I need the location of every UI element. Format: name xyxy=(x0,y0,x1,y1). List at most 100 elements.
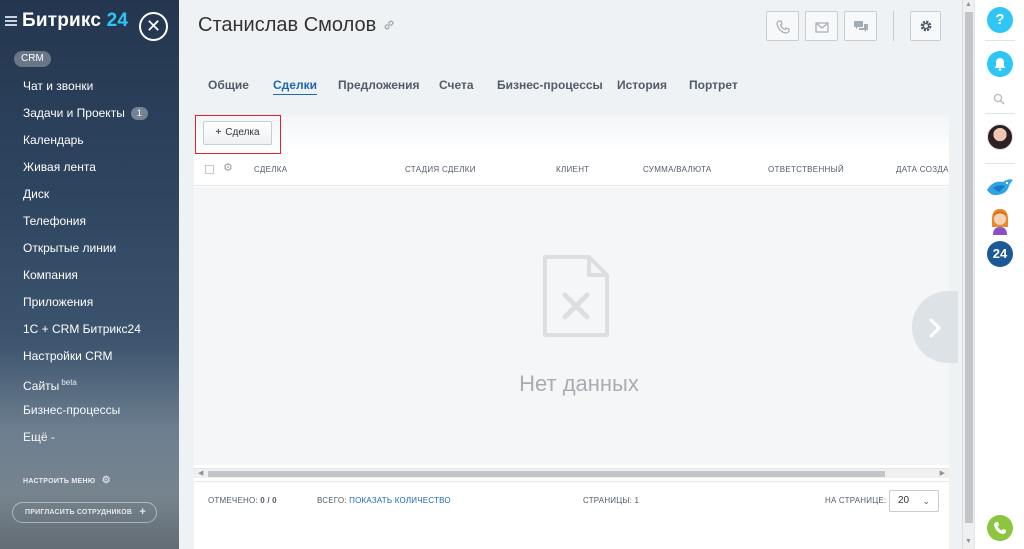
invite-employees-button[interactable]: ПРИГЛАСИТЬ СОТРУДНИКОВ + xyxy=(12,502,157,523)
sidebar-item-label: Календарь xyxy=(23,133,84,147)
sidebar-item-disk[interactable]: Диск xyxy=(0,183,179,210)
column-header-amount[interactable]: СУММА/ВАЛЮТА xyxy=(643,165,712,174)
girl-avatar-icon[interactable] xyxy=(989,207,1011,235)
per-page-select[interactable]: 20 ⌄ xyxy=(889,490,939,512)
settings-button[interactable] xyxy=(910,11,941,41)
sidebar-item-label: 1С + CRM Битрикс24 xyxy=(23,322,141,336)
tab-portrait[interactable]: Портрет xyxy=(689,78,738,92)
sidebar-item-label: Живая лента xyxy=(23,160,96,174)
tab-invoices[interactable]: Счета xyxy=(439,78,474,92)
scroll-down-arrow[interactable]: ▼ xyxy=(965,538,972,545)
tab-bizproc[interactable]: Бизнес-процессы xyxy=(497,78,603,92)
selected-label: ОТМЕЧЕНО: xyxy=(208,496,258,505)
section-pill-crm[interactable]: CRM xyxy=(14,51,51,67)
gear-icon: ⚙ xyxy=(101,475,111,486)
sidebar-item-label: Чат и звонки xyxy=(23,79,94,93)
sidebar-item-apps[interactable]: Приложения xyxy=(0,291,179,318)
logo-main: Битрикс xyxy=(22,10,102,31)
bird-chat-icon[interactable] xyxy=(985,174,1015,200)
add-deal-highlight: + Сделка xyxy=(195,115,281,154)
column-header-responsible[interactable]: ОТВЕТСТВЕННЫЙ xyxy=(768,165,844,174)
page-title: Станислав Смолов xyxy=(198,14,377,36)
phone-icon xyxy=(994,522,1006,534)
tab-history[interactable]: История xyxy=(617,78,667,92)
logo[interactable]: Битрикс 24 xyxy=(22,10,128,32)
sidebar-item-label: Компания xyxy=(23,268,78,282)
vertical-scroll-thumb[interactable] xyxy=(965,12,973,523)
sidebar-item-chat[interactable]: Чат и звонки xyxy=(0,75,179,102)
bitrix24-icon[interactable]: 24 xyxy=(987,241,1013,267)
chevron-down-icon: ⌄ xyxy=(922,496,930,506)
add-deal-button[interactable]: + Сделка xyxy=(203,121,272,145)
sidebar-item-label: Задачи и Проекты xyxy=(23,106,125,120)
sidebar-item-open-lines[interactable]: Открытые линии xyxy=(0,237,179,264)
user-avatar[interactable] xyxy=(987,124,1013,150)
sidebar-item-more[interactable]: Ещё - xyxy=(0,426,179,453)
grid-header-row: ⚙ СДЕЛКА СТАДИЯ СДЕЛКИ КЛИЕНТ СУММА/ВАЛЮ… xyxy=(194,154,949,186)
sidebar-item-company[interactable]: Компания xyxy=(0,264,179,291)
help-icon[interactable]: ? xyxy=(987,7,1013,33)
sidebar-item-label: Приложения xyxy=(23,295,94,309)
search-icon[interactable] xyxy=(993,93,1005,108)
sidebar-item-feed[interactable]: Живая лента xyxy=(0,156,179,183)
plus-icon: + xyxy=(139,506,146,518)
phone-call-button[interactable] xyxy=(987,515,1013,541)
hamburger-icon[interactable] xyxy=(5,16,17,26)
left-sidebar: Битрикс 24 ✕ CRM Чат и звонки Задачи и П… xyxy=(0,0,179,549)
chevron-right-icon xyxy=(929,318,941,338)
scroll-left-arrow[interactable]: ◀ xyxy=(198,469,203,478)
tab-general[interactable]: Общие xyxy=(208,78,249,92)
selected-value: 0 / 0 xyxy=(260,496,277,505)
gear-icon xyxy=(920,20,932,32)
scroll-right-arrow[interactable]: ▶ xyxy=(940,469,945,478)
grid-footer: ОТМЕЧЕНО: 0 / 0 ВСЕГО: ПОКАЗАТЬ КОЛИЧЕСТ… xyxy=(194,481,949,518)
pages-value[interactable]: 1 xyxy=(635,496,640,505)
horizontal-scroll-thumb[interactable] xyxy=(208,471,885,477)
pages-label: СТРАНИЦЫ: xyxy=(583,496,633,505)
sidebar-item-sites[interactable]: Сайты beta xyxy=(0,372,179,399)
column-header-deal[interactable]: СДЕЛКА xyxy=(254,165,287,174)
sidebar-item-telephony[interactable]: Телефония xyxy=(0,210,179,237)
notifications-button[interactable] xyxy=(987,51,1013,77)
invite-label: ПРИГЛАСИТЬ СОТРУДНИКОВ xyxy=(25,509,133,516)
column-header-stage[interactable]: СТАДИЯ СДЕЛКИ xyxy=(405,165,476,174)
chat-button[interactable] xyxy=(844,11,877,41)
rail-divider xyxy=(985,40,1015,41)
empty-state-text: Нет данных xyxy=(519,371,639,396)
per-page-label: НА СТРАНИЦЕ: xyxy=(825,496,887,505)
sidebar-item-calendar[interactable]: Календарь xyxy=(0,129,179,156)
rail-divider xyxy=(985,163,1015,164)
add-deal-label: Сделка xyxy=(225,127,260,138)
configure-menu-link[interactable]: НАСТРОИТЬ МЕНЮ ⚙ xyxy=(23,475,111,486)
rail-divider xyxy=(985,113,1015,114)
empty-state: Нет данных xyxy=(194,187,949,465)
toolbar-divider xyxy=(893,11,894,41)
sidebar-item-bizproc[interactable]: Бизнес-процессы xyxy=(0,399,179,426)
envelope-icon xyxy=(815,22,829,33)
right-rail: ? 24 xyxy=(974,0,1024,549)
show-count-link[interactable]: ПОКАЗАТЬ КОЛИЧЕСТВО xyxy=(349,496,451,505)
horizontal-scrollbar[interactable]: ◀ ▶ xyxy=(194,468,949,478)
total-count: ВСЕГО: ПОКАЗАТЬ КОЛИЧЕСТВО xyxy=(317,496,451,505)
deals-grid: + Сделка ⚙ СДЕЛКА СТАДИЯ СДЕЛКИ КЛИЕНТ СУ… xyxy=(194,115,958,549)
close-icon[interactable]: ✕ xyxy=(139,12,168,41)
column-header-client[interactable]: КЛИЕНТ xyxy=(556,165,589,174)
pages-info: СТРАНИЦЫ: 1 xyxy=(583,496,639,505)
tab-deals[interactable]: Сделки xyxy=(273,78,317,95)
email-button[interactable] xyxy=(805,11,838,41)
sidebar-item-1c-crm[interactable]: 1С + CRM Битрикс24 xyxy=(0,318,179,345)
vertical-scrollbar[interactable]: ▲ ▼ xyxy=(962,0,974,549)
call-button[interactable] xyxy=(766,11,799,41)
sidebar-item-label: Настройки CRM xyxy=(23,349,113,363)
sidebar-item-label: Телефония xyxy=(23,214,86,228)
sidebar-item-crm-settings[interactable]: Настройки CRM xyxy=(0,345,179,372)
tab-quotes[interactable]: Предложения xyxy=(338,78,420,92)
tasks-counter-badge: 1 xyxy=(130,107,148,120)
gear-icon[interactable]: ⚙ xyxy=(223,161,233,174)
sidebar-item-tasks[interactable]: Задачи и Проекты 1 xyxy=(0,102,179,129)
scroll-up-arrow[interactable]: ▲ xyxy=(965,1,972,8)
sidebar-item-label: Ещё - xyxy=(23,430,55,444)
select-all-checkbox[interactable] xyxy=(205,165,214,174)
link-icon[interactable] xyxy=(383,19,395,31)
column-header-created[interactable]: ДАТА СОЗДА xyxy=(896,165,949,174)
